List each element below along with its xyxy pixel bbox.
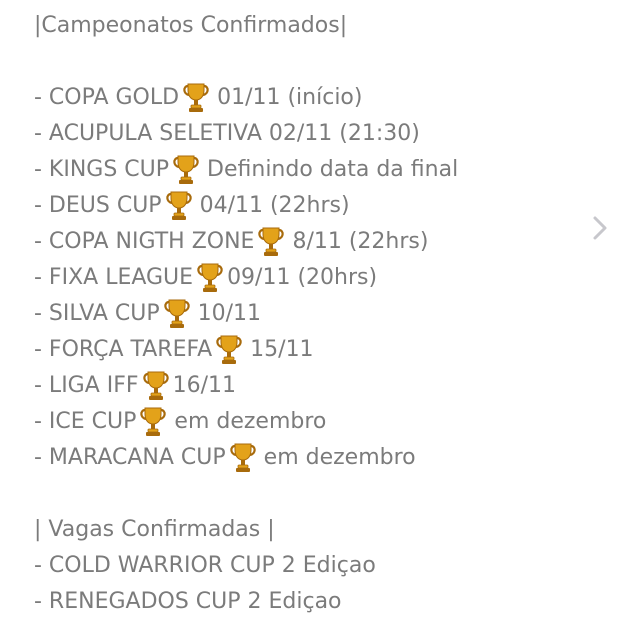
trophy-icon bbox=[162, 298, 192, 330]
list-item: - COPA GOLD 01/11 (início) bbox=[34, 80, 362, 116]
list-item: - DEUS CUP 04/11 (22hrs) bbox=[34, 188, 350, 224]
chevron-right-icon[interactable] bbox=[589, 214, 611, 242]
trophy-icon bbox=[138, 406, 168, 438]
list-item: - ICE CUP em dezembro bbox=[34, 404, 326, 440]
list-item: - SILVA CUP 10/11 bbox=[34, 296, 261, 332]
trophy-icon bbox=[256, 226, 286, 258]
list-item: - ACUPULA SELETIVA 02/11 (21:30) bbox=[34, 121, 420, 146]
list-item: - COLD WARRIOR CUP 2 Ediçao bbox=[34, 553, 376, 578]
list-item: - COPA NIGTH ZONE 8/11 (22hrs) bbox=[34, 224, 428, 260]
slots-header: | Vagas Confirmadas | bbox=[34, 517, 275, 542]
list-item: - FORÇA TAREFA 15/11 bbox=[34, 332, 314, 368]
trophy-icon bbox=[181, 82, 211, 114]
trophy-icon bbox=[228, 442, 258, 474]
message-view: |Campeonatos Confirmados| - COPA GOLD 01… bbox=[0, 0, 640, 636]
list-item: - LIGA IFF 16/11 bbox=[34, 368, 236, 404]
list-item: - KINGS CUP Definindo data da final bbox=[34, 152, 458, 188]
trophy-icon bbox=[195, 262, 225, 294]
list-item: - FIXA LEAGUE 09/11 (20hrs) bbox=[34, 260, 377, 296]
championships-header: |Campeonatos Confirmados| bbox=[34, 13, 348, 38]
trophy-icon bbox=[164, 190, 194, 222]
list-item: - RENEGADOS CUP 2 Ediçao bbox=[34, 589, 342, 614]
trophy-icon bbox=[141, 370, 171, 402]
trophy-icon bbox=[171, 154, 201, 186]
trophy-icon bbox=[214, 334, 244, 366]
list-item: - MARACANA CUP em dezembro bbox=[34, 440, 416, 476]
